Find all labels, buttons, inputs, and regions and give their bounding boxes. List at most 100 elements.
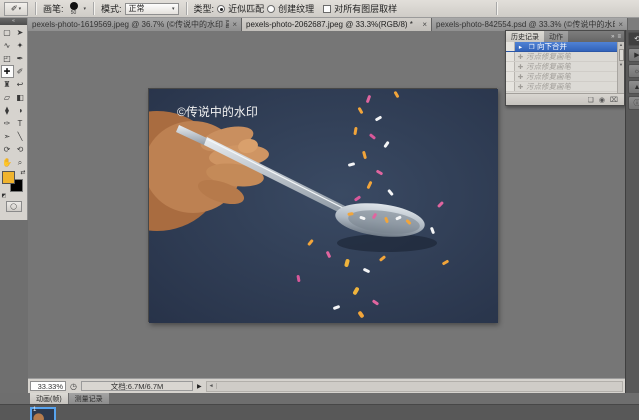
history-panel-icon[interactable]: ⟲ — [628, 32, 639, 46]
sprinkle — [357, 107, 363, 115]
sprinkle — [437, 201, 444, 208]
tool-lasso[interactable]: ∿ — [1, 39, 14, 52]
sprinkle — [326, 251, 332, 259]
close-icon[interactable]: × — [618, 20, 623, 29]
tool-spot-healing-brush-selected[interactable]: ✚ — [1, 65, 14, 78]
sprinkle — [354, 195, 361, 201]
tool-3d-rotate[interactable]: ⟳ — [1, 143, 14, 156]
tool-3d-orbit[interactable]: ⟲ — [14, 143, 27, 156]
sprinkle — [372, 299, 379, 305]
foreground-color-swatch[interactable] — [2, 171, 15, 184]
history-panel-footer: ❏ ◉ ⌧ — [506, 93, 624, 105]
history-source-well[interactable] — [506, 62, 515, 71]
sprinkle — [333, 305, 341, 310]
radio-create-texture[interactable]: 创建纹理 — [267, 2, 314, 15]
sprinkle — [363, 268, 371, 274]
animation-panel-tabs: 动画(帧) 测量记录 — [0, 393, 639, 404]
scroll-left-icon[interactable]: ◄ — [207, 383, 217, 389]
sprinkle — [347, 212, 353, 216]
tab-animation-frames[interactable]: 动画(帧) — [30, 393, 68, 404]
scrollbar-thumb[interactable] — [619, 49, 624, 61]
chevron-down-icon[interactable]: ▾ — [84, 6, 87, 12]
sprinkle — [307, 239, 314, 246]
panel-collapse-icon[interactable]: » — [611, 34, 614, 40]
tool-blur[interactable]: ⧫ — [1, 104, 14, 117]
close-icon[interactable]: × — [422, 20, 427, 29]
document-tab-1[interactable]: pexels-photo-1619569.jpeg @ 36.7% (©传说中的… — [28, 18, 242, 31]
photo-canvas[interactable]: ©传说中的水印 — [148, 88, 497, 322]
sprinkle — [379, 255, 386, 262]
scroll-down-icon[interactable]: ▼ — [619, 62, 623, 67]
tool-brush[interactable]: ✐ — [14, 65, 27, 78]
tool-eraser[interactable]: ▱ — [1, 91, 14, 104]
radio-icon — [217, 5, 225, 13]
info-panel-icon[interactable]: ⓘ — [628, 96, 639, 110]
history-source-well[interactable] — [506, 82, 515, 91]
checkbox-sample-all-layers[interactable]: 对所有图层取样 — [323, 2, 397, 15]
tool-type[interactable]: T — [14, 117, 27, 130]
horizontal-scrollbar[interactable]: ◄ — [206, 381, 623, 392]
divider — [35, 2, 36, 15]
panel-icon-dock: ⟲ ▶ ☼ ▲ ⓘ — [625, 30, 639, 393]
tool-eyedropper[interactable]: ✒ — [14, 52, 27, 65]
zoom-level-field[interactable]: 33.33% — [30, 381, 66, 391]
brush-label: 画笔: — [43, 2, 64, 15]
sprinkle — [430, 227, 435, 235]
tool-path-selection[interactable]: ➣ — [1, 130, 14, 143]
brush-preview-button[interactable]: 50 — [67, 2, 81, 16]
history-entry-spot-healing-4[interactable]: ✚ 污点修复画笔 — [506, 82, 619, 92]
document-tab-2-active[interactable]: pexels-photo-2062687.jpeg @ 33.3%(RGB/8)… — [242, 18, 432, 31]
default-colors-icon[interactable]: ◩ — [2, 193, 7, 199]
tool-crop[interactable]: ◰ — [1, 52, 14, 65]
masks-panel-icon[interactable]: ▲ — [628, 80, 639, 94]
checkbox-icon — [323, 5, 331, 13]
tab-actions[interactable]: 动作 — [544, 31, 568, 42]
tool-clone-stamp[interactable]: ♜ — [1, 78, 14, 91]
tab-measurement-log[interactable]: 测量记录 — [69, 393, 109, 404]
sprinkle — [353, 127, 357, 135]
status-menu-arrow-icon[interactable]: ▶ — [197, 383, 202, 390]
mode-select[interactable]: 正常 ▾ — [125, 3, 179, 15]
quick-mask-button[interactable]: ◯ — [6, 201, 22, 212]
toolbox-collapse-handle[interactable]: « — [0, 18, 27, 25]
tool-hand[interactable]: ✋ — [1, 156, 14, 169]
adjustments-panel-icon[interactable]: ☼ — [628, 64, 639, 78]
radio-texture-label: 创建纹理 — [278, 2, 314, 15]
swap-colors-icon[interactable]: ⇄ — [20, 169, 25, 176]
tool-line[interactable]: ╲ — [14, 130, 27, 143]
tool-dodge[interactable]: ◑ — [14, 104, 27, 117]
tool-gradient[interactable]: ◧ — [14, 91, 27, 104]
tab-history[interactable]: 历史记录 — [506, 31, 544, 42]
tool-grid: ▢ ➤ ∿ ✦ ◰ ✒ ✚ ✐ ♜ ↩ ▱ ◧ ⧫ ◑ ✑ T ➣ ╲ ⟳ ⟲ … — [0, 25, 27, 169]
history-source-well[interactable] — [506, 42, 515, 51]
panel-menu-icon[interactable]: ≡ — [617, 34, 621, 40]
history-panel-tabs: 历史记录 动作 » ≡ — [506, 31, 624, 42]
history-scrollbar[interactable]: ▲ ▼ — [617, 42, 624, 93]
chevron-down-icon: ▾ — [19, 6, 22, 12]
delete-state-button[interactable]: ⌧ — [610, 96, 618, 104]
sprinkle — [369, 133, 376, 140]
document-size-field: 文档:6.7M/6.7M — [81, 381, 193, 391]
mode-label: 模式: — [101, 2, 122, 15]
tool-history-brush[interactable]: ↩ — [14, 78, 27, 91]
close-icon[interactable]: × — [232, 20, 237, 29]
options-bar: ✐ ▾ 画笔: 50 ▾ 模式: 正常 ▾ 类型: 近似匹配 创建纹理 对所有图… — [0, 0, 639, 18]
actions-panel-icon[interactable]: ▶ — [628, 48, 639, 62]
scroll-up-icon[interactable]: ▲ — [619, 42, 623, 47]
current-tool-preset-button[interactable]: ✐ ▾ — [4, 2, 28, 16]
sprinkle — [366, 95, 372, 104]
new-document-from-state-button[interactable]: ❏ — [588, 96, 594, 104]
radio-proximity-match[interactable]: 近似匹配 — [217, 2, 264, 15]
tool-move[interactable]: ➤ — [14, 26, 27, 39]
sprinkle — [383, 141, 389, 148]
history-source-well[interactable] — [506, 72, 515, 81]
toolbox: « ▢ ➤ ∿ ✦ ◰ ✒ ✚ ✐ ♜ ↩ ▱ ◧ ⧫ ◑ ✑ T ➣ ╲ ⟳ … — [0, 18, 28, 220]
tool-rectangular-marquee[interactable]: ▢ — [1, 26, 14, 39]
tool-pen[interactable]: ✑ — [1, 117, 14, 130]
sprinkle — [395, 215, 402, 220]
new-snapshot-button[interactable]: ◉ — [599, 96, 605, 104]
tool-zoom[interactable]: ⌕ — [14, 156, 27, 169]
history-source-well[interactable] — [506, 52, 515, 61]
tool-magic-wand[interactable]: ✦ — [14, 39, 27, 52]
frame-number: 1 — [33, 407, 36, 413]
